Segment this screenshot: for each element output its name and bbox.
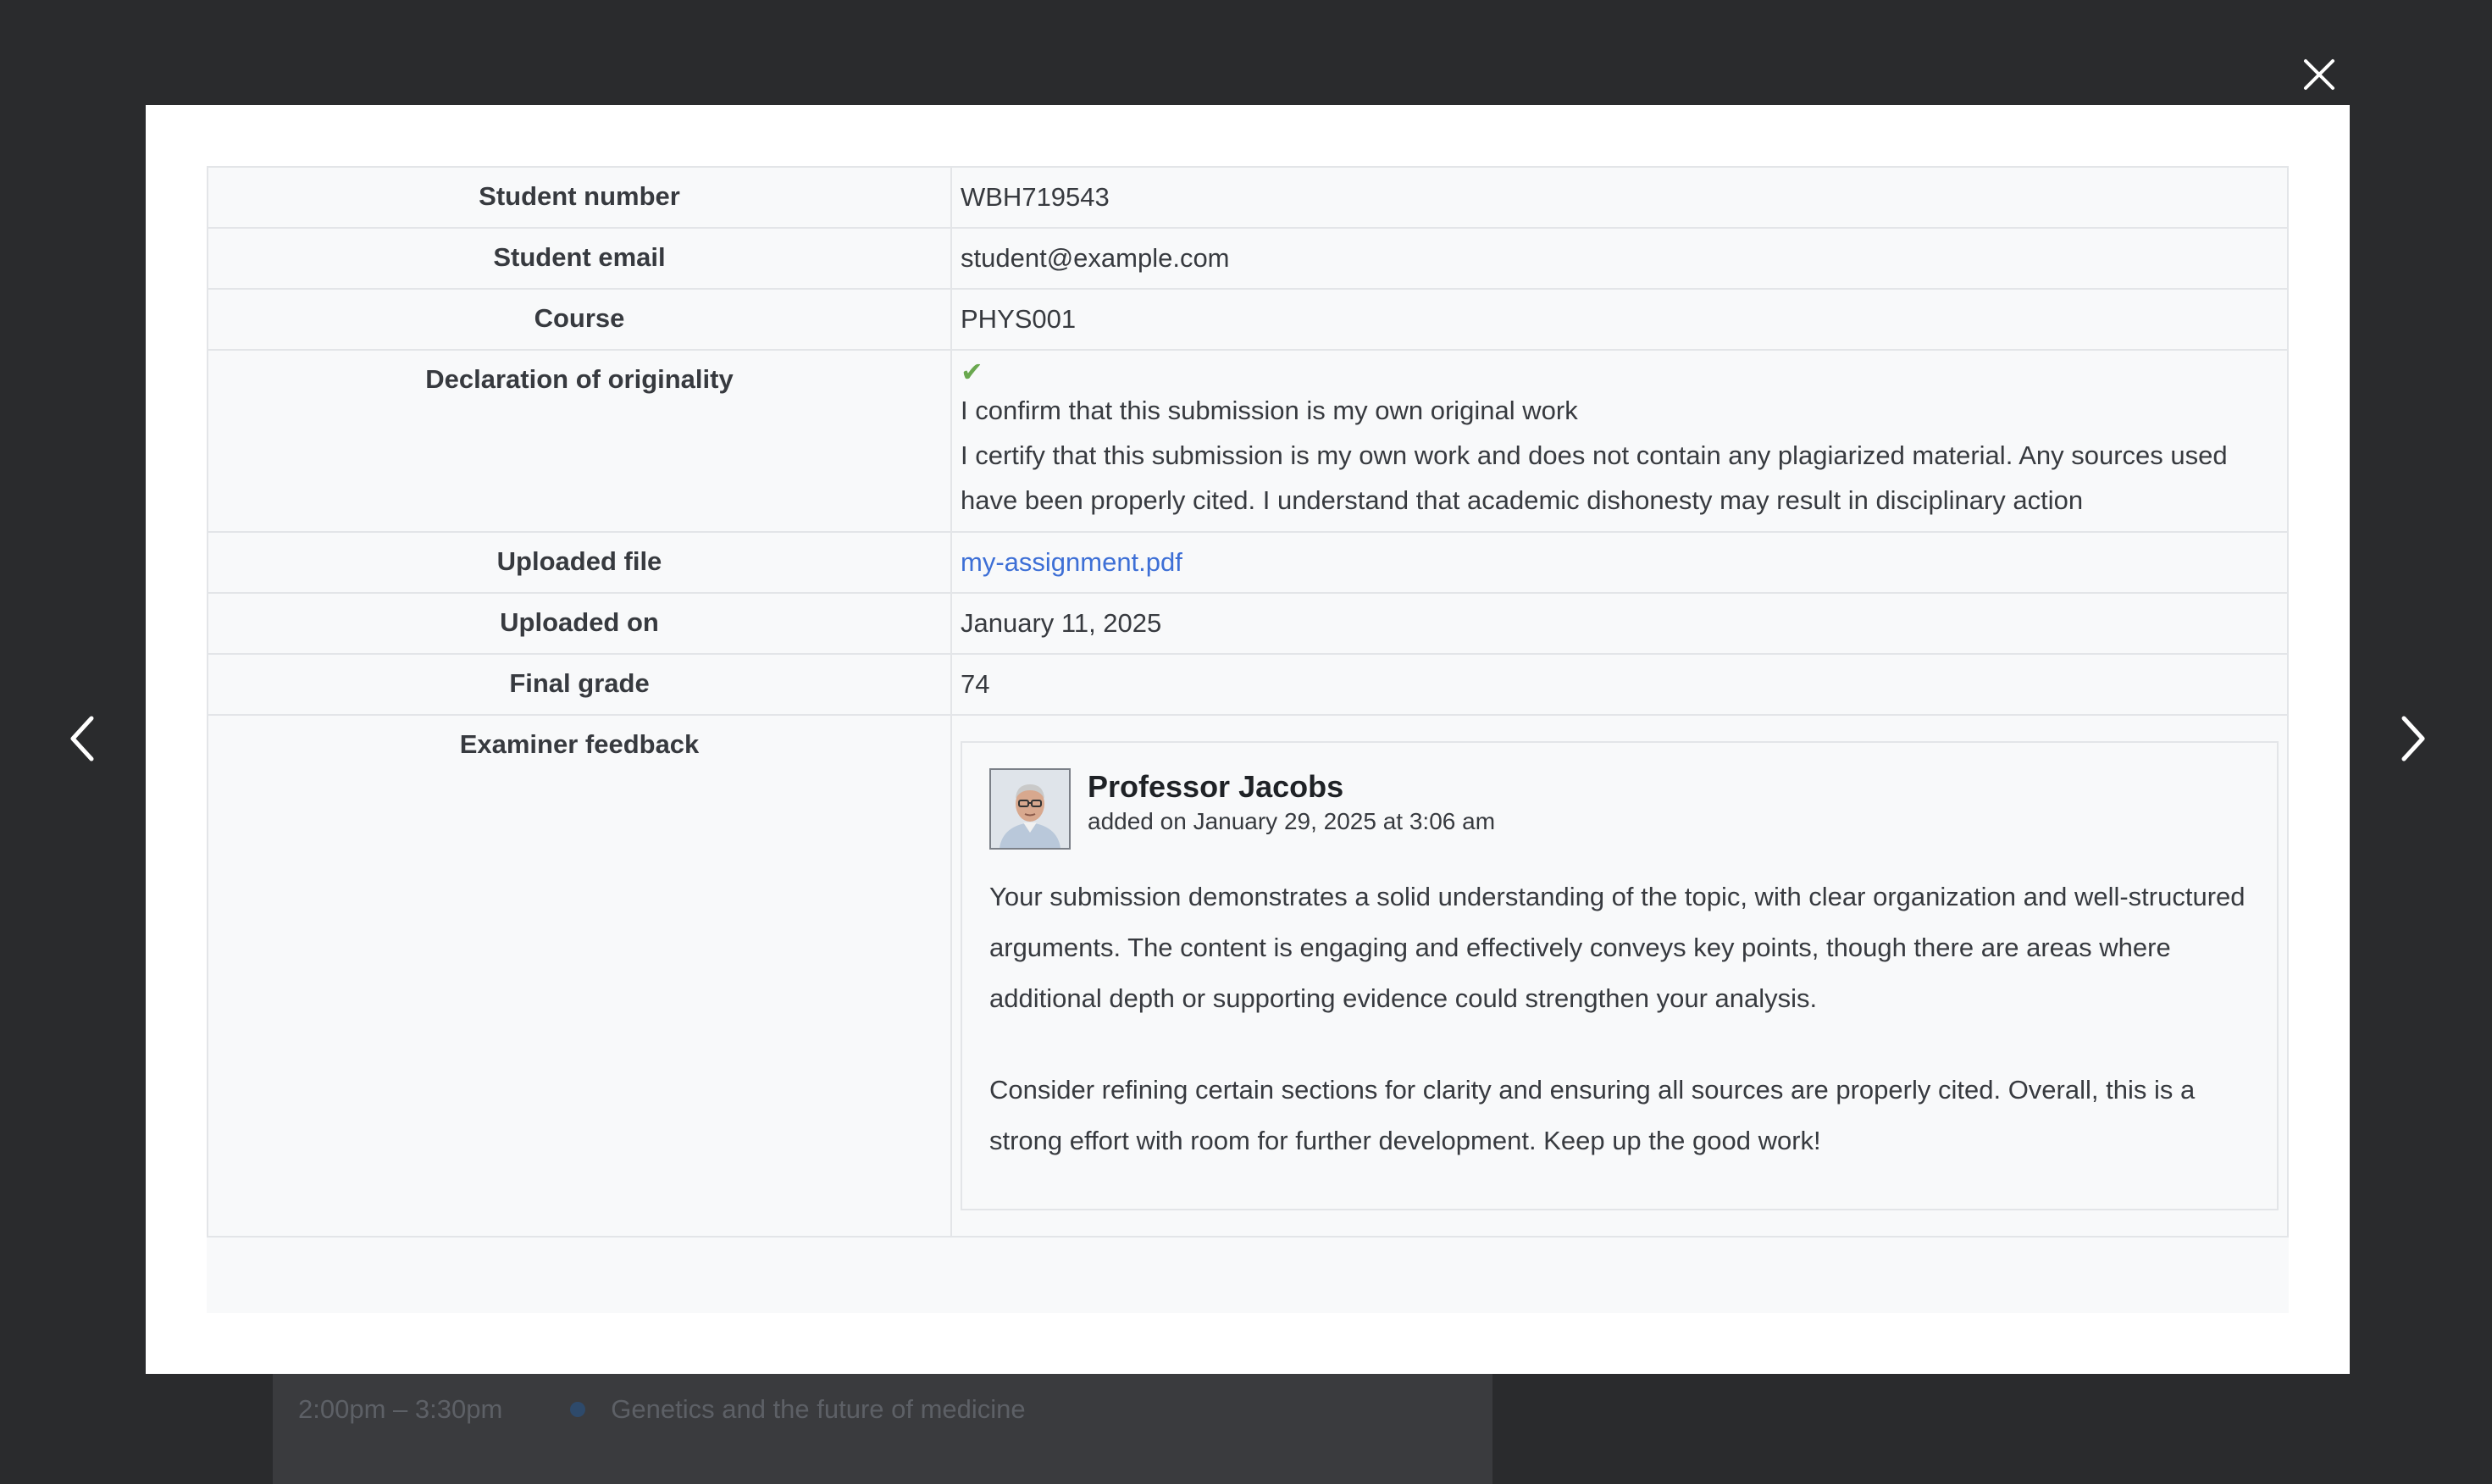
table-row: Final grade 74 — [207, 653, 2289, 716]
student-email-label: Student email — [207, 227, 952, 290]
table-row: Student email student@example.com — [207, 227, 2289, 290]
feedback-author: Professor Jacobs — [1088, 769, 1344, 804]
table-row: Uploaded on January 11, 2025 — [207, 592, 2289, 655]
avatar-image — [991, 770, 1069, 848]
chevron-left-icon — [70, 716, 94, 761]
examiner-feedback-value: Professor Jacobs added on January 29, 20… — [950, 714, 2289, 1238]
student-number-label: Student number — [207, 166, 952, 229]
declaration-confirm: I confirm that this submission is my own… — [961, 396, 1578, 425]
course-value: PHYS001 — [950, 288, 2289, 351]
course-label: Course — [207, 288, 952, 351]
schedule-title: Genetics and the future of medicine — [611, 1394, 1026, 1424]
table-row: Course PHYS001 — [207, 288, 2289, 351]
student-email-value: student@example.com — [950, 227, 2289, 290]
declaration-value: ✔ I confirm that this submission is my o… — [950, 349, 2289, 533]
final-grade-label: Final grade — [207, 653, 952, 716]
table-row: Examiner feedback Professor Jacobs added… — [207, 714, 2289, 1238]
declaration-text: I certify that this submission is my own… — [961, 440, 2228, 515]
submission-details-panel: Student number WBH719543 Student email s… — [207, 166, 2289, 1313]
feedback-card: Professor Jacobs added on January 29, 20… — [961, 741, 2279, 1210]
uploaded-on-label: Uploaded on — [207, 592, 952, 655]
feedback-date: added on January 29, 2025 at 3:06 am — [1088, 808, 1496, 834]
feedback-paragraph: Your submission demonstrates a solid und… — [989, 882, 2246, 1013]
table-row: Uploaded file my-assignment.pdf — [207, 531, 2289, 594]
schedule-time: 2:00pm – 3:30pm — [298, 1394, 503, 1424]
next-button[interactable] — [2397, 715, 2428, 762]
table-row: Student number WBH719543 — [207, 166, 2289, 229]
previous-button[interactable] — [68, 715, 98, 762]
feedback-meta: Professor Jacobs added on January 29, 20… — [1088, 768, 1495, 838]
feedback-paragraph: Consider refining certain sections for c… — [989, 1075, 2196, 1155]
submission-modal: Student number WBH719543 Student email s… — [146, 105, 2350, 1374]
schedule-dot-icon — [570, 1402, 586, 1417]
student-number-value: WBH719543 — [950, 166, 2289, 229]
uploaded-file-label: Uploaded file — [207, 531, 952, 594]
feedback-body: Your submission demonstrates a solid und… — [989, 872, 2250, 1166]
uploaded-file-link[interactable]: my-assignment.pdf — [961, 547, 1182, 577]
schedule-item: 2:00pm – 3:30pm Genetics and the future … — [298, 1394, 1026, 1425]
declaration-label: Declaration of originality — [207, 349, 952, 533]
final-grade-value: 74 — [950, 653, 2289, 716]
table-row: Declaration of originality ✔ I confirm t… — [207, 349, 2289, 533]
uploaded-on-value: January 11, 2025 — [950, 592, 2289, 655]
submission-details-table: Student number WBH719543 Student email s… — [207, 166, 2289, 1238]
examiner-feedback-label: Examiner feedback — [207, 714, 952, 1238]
chevron-right-icon — [2401, 716, 2425, 761]
checkmark-icon: ✔ — [961, 357, 983, 387]
close-icon — [2304, 59, 2334, 90]
avatar — [989, 768, 1071, 850]
feedback-header: Professor Jacobs added on January 29, 20… — [989, 768, 2250, 850]
uploaded-file-value: my-assignment.pdf — [950, 531, 2289, 594]
close-button[interactable] — [2299, 54, 2340, 95]
